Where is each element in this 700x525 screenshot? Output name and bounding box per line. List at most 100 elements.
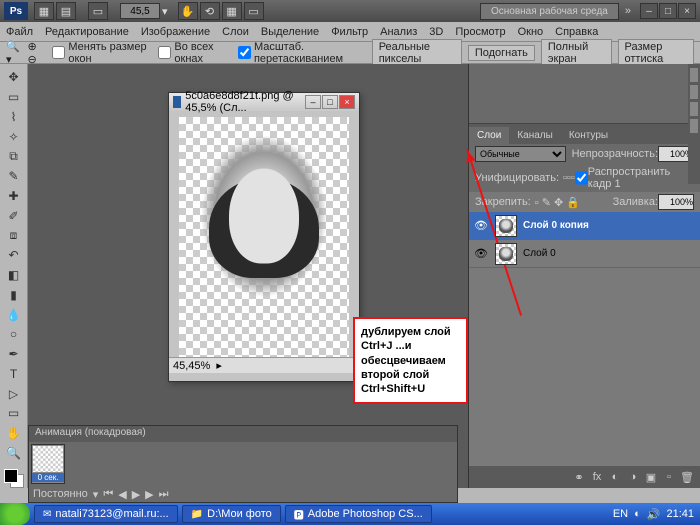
extras-icon[interactable]: ▭ <box>88 2 108 20</box>
menu-analysis[interactable]: Анализ <box>380 26 417 38</box>
chevron-icon[interactable]: » <box>625 5 631 17</box>
fullscreen-button[interactable]: Полный экран <box>541 39 612 67</box>
propagate-checkbox[interactable] <box>575 170 588 186</box>
task-item[interactable]: 🅿 Adobe Photoshop CS... <box>285 505 432 523</box>
actual-pixels-button[interactable]: Реальные пикселы <box>372 39 462 67</box>
lock-icons[interactable]: ▫ ✎ ✥ 🔒 <box>535 196 580 209</box>
brush-tool[interactable]: ✐ <box>3 206 25 225</box>
layer-row[interactable]: 👁 Слой 0 копия <box>469 212 700 240</box>
menu-window[interactable]: Окно <box>518 26 544 38</box>
arrange-icon[interactable]: ▦ <box>222 2 242 20</box>
system-tray[interactable]: EN ◐ 🔊 21:41 <box>601 508 700 521</box>
first-frame-icon[interactable]: ⏮ <box>103 488 113 501</box>
doc-close-button[interactable]: × <box>339 95 355 109</box>
screen-icon[interactable]: ▭ <box>244 2 264 20</box>
collapsed-dock[interactable] <box>688 64 700 184</box>
hand-icon[interactable]: ✋ <box>178 2 198 20</box>
print-size-button[interactable]: Размер оттиска <box>618 39 695 67</box>
clock[interactable]: 21:41 <box>666 508 694 520</box>
animation-panel[interactable]: Анимация (покадровая) 0 сек. Постоянно▾ … <box>28 425 458 503</box>
all-windows-checkbox[interactable] <box>158 46 171 59</box>
minimize-button[interactable]: – <box>640 3 658 19</box>
maximize-button[interactable]: □ <box>659 3 677 19</box>
last-frame-icon[interactable]: ⏭ <box>159 488 169 501</box>
layer-row[interactable]: 👁 Слой 0 <box>469 240 700 268</box>
document-canvas[interactable] <box>179 117 349 357</box>
tray-icon[interactable]: 🔊 <box>647 508 661 521</box>
collapsed-panel[interactable] <box>469 64 700 124</box>
heal-tool[interactable]: ✚ <box>3 187 25 206</box>
tray-icon[interactable]: ◐ <box>634 508 641 520</box>
stamp-tool[interactable]: ⧈ <box>3 226 25 245</box>
task-item[interactable]: 📁 D:\Мои фото <box>182 505 281 523</box>
lasso-tool[interactable]: ⌇ <box>3 108 25 127</box>
tab-channels[interactable]: Каналы <box>509 127 561 144</box>
resize-windows-checkbox[interactable] <box>52 46 65 59</box>
menu-filter[interactable]: Фильтр <box>331 26 368 38</box>
layer-thumb[interactable] <box>495 243 517 265</box>
lang-indicator[interactable]: EN <box>613 508 628 520</box>
menu-layers[interactable]: Слои <box>222 26 249 38</box>
close-button[interactable]: × <box>678 3 696 19</box>
dodge-tool[interactable]: ○ <box>3 325 25 344</box>
blur-tool[interactable]: 💧 <box>3 305 25 324</box>
rotate-icon[interactable]: ⟲ <box>200 2 220 20</box>
pen-tool[interactable]: ✒ <box>3 345 25 364</box>
history-tool[interactable]: ↶ <box>3 246 25 265</box>
menu-view[interactable]: Просмотр <box>455 26 505 38</box>
crop-tool[interactable]: ⧉ <box>3 147 25 166</box>
menu-select[interactable]: Выделение <box>261 26 319 38</box>
document-window[interactable]: 5c0a6e8d8f21t.png @ 45,5% (Сл... – □ × 4… <box>168 92 360 382</box>
scrubby-checkbox[interactable] <box>238 46 251 59</box>
link-icon[interactable]: ⚭ <box>570 471 588 484</box>
fit-button[interactable]: Подогнать <box>468 45 535 61</box>
next-frame-icon[interactable]: ▶ <box>145 488 153 501</box>
trash-icon[interactable]: 🗑 <box>678 471 696 484</box>
move-tool[interactable]: ✥ <box>3 68 25 87</box>
menu-image[interactable]: Изображение <box>141 26 210 38</box>
hand-tool[interactable]: ✋ <box>3 424 25 443</box>
visibility-icon[interactable]: 👁 <box>473 219 489 232</box>
zoom-tool[interactable]: 🔍 <box>3 444 25 463</box>
loop-select[interactable]: Постоянно <box>33 488 88 500</box>
task-item[interactable]: ✉ natali73123@mail.ru:... <box>34 505 178 523</box>
layer-name[interactable]: Слой 0 <box>523 248 556 259</box>
new-layer-icon[interactable]: ▫ <box>660 471 678 483</box>
doc-minimize-button[interactable]: – <box>305 95 321 109</box>
eyedropper-tool[interactable]: ✎ <box>3 167 25 186</box>
menu-help[interactable]: Справка <box>555 26 598 38</box>
fill-input[interactable] <box>658 194 694 210</box>
adjust-icon[interactable]: ◑ <box>624 471 642 483</box>
shape-tool[interactable]: ▭ <box>3 404 25 423</box>
marquee-tool[interactable]: ▭ <box>3 88 25 107</box>
menu-edit[interactable]: Редактирование <box>45 26 129 38</box>
bridge-icon[interactable]: ▦ <box>34 2 54 20</box>
color-swatch[interactable] <box>4 469 24 488</box>
tab-layers[interactable]: Слои <box>469 127 509 144</box>
blend-mode-select[interactable]: Обычные <box>475 146 566 162</box>
document-titlebar[interactable]: 5c0a6e8d8f21t.png @ 45,5% (Сл... – □ × <box>169 93 359 111</box>
layer-thumb[interactable] <box>495 215 517 237</box>
visibility-icon[interactable]: 👁 <box>473 247 489 260</box>
play-icon[interactable]: ▶ <box>132 488 140 501</box>
menu-file[interactable]: Файл <box>6 26 33 38</box>
mask-icon[interactable]: ◐ <box>606 471 624 483</box>
type-tool[interactable]: T <box>3 364 25 383</box>
path-tool[interactable]: ▷ <box>3 384 25 403</box>
mini-bridge-icon[interactable]: ▤ <box>56 2 76 20</box>
eraser-tool[interactable]: ◧ <box>3 266 25 285</box>
zoom-input[interactable] <box>120 3 160 19</box>
wand-tool[interactable]: ✧ <box>3 127 25 146</box>
fx-icon[interactable]: fx <box>588 471 606 483</box>
folder-icon[interactable]: ▣ <box>642 471 660 484</box>
layer-name[interactable]: Слой 0 копия <box>523 220 589 231</box>
animation-frame[interactable]: 0 сек. <box>31 444 65 484</box>
tab-paths[interactable]: Контуры <box>561 127 616 144</box>
doc-maximize-button[interactable]: □ <box>322 95 338 109</box>
gradient-tool[interactable]: ▮ <box>3 285 25 304</box>
menu-3d[interactable]: 3D <box>429 26 443 38</box>
start-button[interactable] <box>0 503 30 525</box>
prev-frame-icon[interactable]: ◀ <box>118 488 126 501</box>
app-logo: Ps <box>4 2 28 20</box>
workspace-selector[interactable]: Основная рабочая среда <box>480 3 619 20</box>
